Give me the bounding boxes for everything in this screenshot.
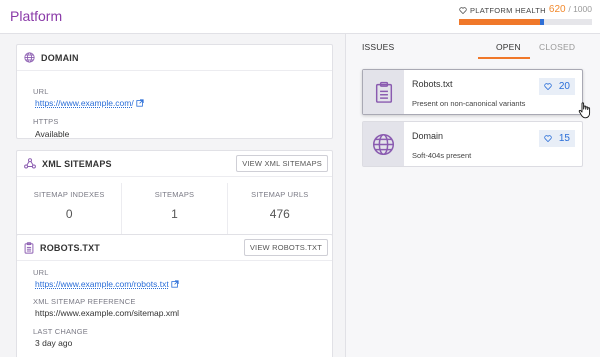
tab-closed[interactable]: CLOSED <box>539 42 575 52</box>
hand-cursor-icon <box>578 102 591 119</box>
sitemap-icon <box>24 158 36 169</box>
stat-label: SITEMAP INDEXES <box>33 190 105 199</box>
health-bar-fill <box>459 19 542 25</box>
stat-sitemaps: SITEMAPS 1 <box>122 183 228 235</box>
issue-description: Soft-404s present <box>412 151 472 160</box>
heart-outline-icon <box>544 83 552 90</box>
globe-icon <box>24 52 35 63</box>
sitemap-ref-value: https://www.example.com/sitemap.xml <box>35 308 180 318</box>
issue-description: Present on non-canonical variants <box>412 99 526 108</box>
clipboard-icon <box>24 241 34 254</box>
domain-card: DOMAIN URL https://www.example.com/ HTTP… <box>16 44 333 139</box>
last-change-value: 3 day ago <box>35 338 73 348</box>
stat-value: 0 <box>65 207 73 221</box>
globe-icon <box>372 133 395 155</box>
issue-count-badge: 20 <box>538 78 575 95</box>
sitemap-stats: SITEMAP INDEXES 0 SITEMAPS 1 SITEMAP URL… <box>17 183 332 235</box>
domain-url-link[interactable]: https://www.example.com/ <box>35 98 144 108</box>
stat-value: 1 <box>171 207 178 221</box>
tab-open[interactable]: OPEN <box>496 42 521 52</box>
issue-count: 20 <box>558 81 570 92</box>
stat-sitemap-urls: SITEMAP URLS 476 <box>228 183 332 235</box>
clipboard-icon <box>375 81 392 103</box>
issue-count-badge: 15 <box>538 130 575 147</box>
top-bar: Platform PLATFORM HEALTH 620 / 1000 <box>0 0 600 34</box>
robots-url-link[interactable]: https://www.example.com/robots.txt <box>35 279 179 289</box>
domain-card-title: DOMAIN <box>41 52 79 63</box>
sitemap-ref-label: XML SITEMAP REFERENCE <box>33 297 136 306</box>
issue-name: Robots.txt <box>412 79 453 89</box>
health-bar-marker <box>540 19 545 25</box>
robots-card-title: ROBOTS.TXT <box>40 242 100 253</box>
issue-count: 15 <box>558 133 570 144</box>
stat-label: SITEMAPS <box>154 190 195 199</box>
robots-url-label: URL <box>33 268 49 277</box>
health-score: 620 / 1000 <box>549 4 592 15</box>
robots-url-text: https://www.example.com/robots.txt <box>35 279 169 289</box>
sitemaps-card-title: XML SITEMAPS <box>42 158 112 169</box>
issue-card-domain[interactable]: Domain Soft-404s present 15 <box>362 121 583 167</box>
domain-url-text: https://www.example.com/ <box>35 98 134 108</box>
robots-card: ROBOTS.TXT VIEW ROBOTS.TXT URL https://w… <box>16 234 333 357</box>
domain-https-value: Available <box>35 129 70 139</box>
stat-label: SITEMAP URLS <box>251 190 309 199</box>
app-title: Platform <box>10 8 63 24</box>
heart-outline-icon <box>459 7 467 14</box>
heart-outline-icon <box>544 135 552 142</box>
external-link-icon <box>171 280 179 288</box>
view-robots-button[interactable]: VIEW ROBOTS.TXT <box>243 239 328 256</box>
issues-panel: ISSUES OPEN CLOSED Robots.txt Present on… <box>346 34 600 357</box>
left-panel: DOMAIN URL https://www.example.com/ HTTP… <box>0 34 345 357</box>
stat-value: 476 <box>269 207 290 221</box>
issue-name: Domain <box>412 131 444 141</box>
issues-heading: ISSUES <box>362 42 395 52</box>
issue-icon-box <box>363 70 404 114</box>
active-tab-indicator <box>478 57 530 59</box>
stat-sitemap-indexes: SITEMAP INDEXES 0 <box>17 183 123 235</box>
domain-card-header: DOMAIN <box>17 45 332 71</box>
domain-url-label: URL <box>33 87 49 96</box>
issue-card-robots[interactable]: Robots.txt Present on non-canonical vari… <box>362 69 591 119</box>
last-change-label: LAST CHANGE <box>33 327 88 336</box>
external-link-icon <box>136 99 144 107</box>
view-xml-sitemaps-button[interactable]: VIEW XML SITEMAPS <box>236 155 328 172</box>
health-max: / 1000 <box>568 4 592 14</box>
health-current: 620 <box>548 4 566 15</box>
platform-health: PLATFORM HEALTH 620 / 1000 <box>459 4 592 25</box>
health-bar <box>459 19 592 25</box>
health-label: PLATFORM HEALTH <box>470 6 546 15</box>
issue-icon-box <box>363 122 404 166</box>
domain-https-label: HTTPS <box>33 117 59 126</box>
